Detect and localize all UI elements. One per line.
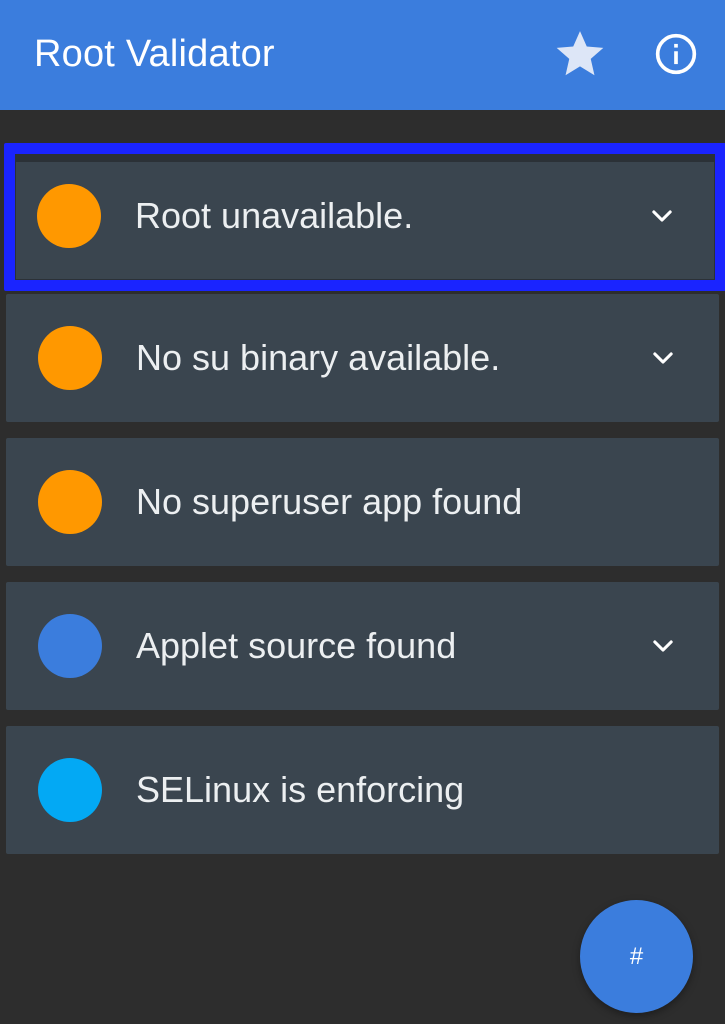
chevron-down-icon[interactable] <box>648 202 676 230</box>
star-icon <box>556 31 604 76</box>
fab-label: # <box>629 942 644 970</box>
chevron-down-icon[interactable] <box>649 344 677 372</box>
info-icon <box>655 33 697 75</box>
check-row-su-binary[interactable]: No su binary available. <box>6 294 719 422</box>
check-row-root[interactable]: Root unavailable. <box>4 143 725 291</box>
status-dot <box>38 326 102 390</box>
app-bar: Root Validator <box>0 0 725 110</box>
chevron-down-icon[interactable] <box>649 632 677 660</box>
check-label: No su binary available. <box>136 337 501 378</box>
check-label: SELinux is enforcing <box>136 769 465 810</box>
info-button[interactable] <box>648 26 704 82</box>
check-label: No superuser app found <box>136 481 523 522</box>
app-title: Root Validator <box>34 33 275 75</box>
check-row-body: Root unavailable. <box>16 162 714 279</box>
status-dot <box>38 758 102 822</box>
check-row-superuser-app[interactable]: No superuser app found <box>6 438 719 566</box>
status-dot <box>38 470 102 534</box>
check-row-selinux[interactable]: SELinux is enforcing <box>6 726 719 854</box>
check-row-applet-source[interactable]: Applet source found <box>6 582 719 710</box>
status-dot <box>37 184 101 248</box>
rate-button[interactable] <box>548 22 612 86</box>
check-label: Root unavailable. <box>135 195 414 236</box>
root-check-fab[interactable]: # <box>580 900 693 1013</box>
status-dot <box>38 614 102 678</box>
check-label: Applet source found <box>136 625 457 666</box>
